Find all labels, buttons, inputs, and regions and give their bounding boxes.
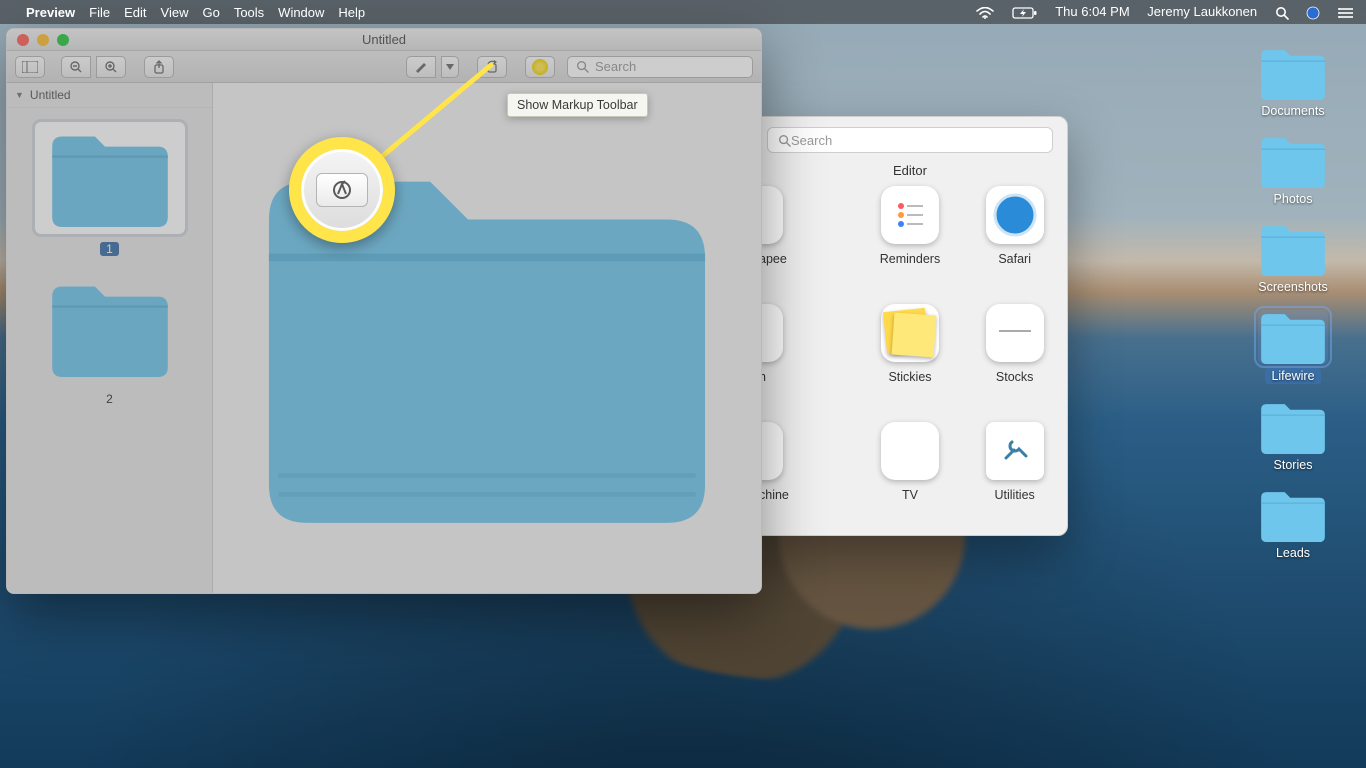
- thumbnail-1[interactable]: 1: [35, 122, 185, 258]
- reminders-icon: [881, 186, 939, 244]
- app-label: TV: [902, 488, 918, 502]
- thumbnail-number: 1: [100, 242, 119, 256]
- app-menu[interactable]: Preview: [26, 5, 75, 20]
- desktop-icons: Documents Photos Screenshots Lifewire St…: [1238, 46, 1348, 560]
- search-icon: [778, 134, 791, 147]
- wifi-icon[interactable]: [976, 4, 998, 19]
- app-clipped-1[interactable]: apee: [753, 186, 858, 294]
- share-button[interactable]: [144, 56, 174, 78]
- app-tv[interactable]: tv TV: [858, 422, 963, 530]
- app-label: Stickies: [888, 370, 931, 384]
- desktop-folder-stories[interactable]: Stories: [1238, 400, 1348, 472]
- markup-toolbar-button[interactable]: [525, 56, 555, 78]
- desktop-folder-photos[interactable]: Photos: [1238, 134, 1348, 206]
- sidebar-toggle-button[interactable]: [15, 56, 45, 78]
- folder-label: Photos: [1274, 192, 1313, 206]
- thumbnail-2[interactable]: 2: [35, 272, 185, 408]
- app-reminders[interactable]: Reminders: [858, 186, 963, 294]
- desktop-folder-lifewire[interactable]: Lifewire: [1238, 310, 1348, 384]
- app-stocks[interactable]: Stocks: [962, 304, 1067, 412]
- app-label: Reminders: [880, 252, 940, 266]
- app-utilities[interactable]: Utilities: [962, 422, 1067, 530]
- folder-label: Documents: [1261, 104, 1324, 118]
- tooltip: Show Markup Toolbar: [507, 93, 648, 117]
- thumbnail-sidebar[interactable]: ▼ Untitled 1 2: [7, 83, 213, 593]
- menu-window[interactable]: Window: [278, 5, 324, 20]
- app-label: chine: [759, 488, 789, 502]
- desktop-folder-leads[interactable]: Leads: [1238, 488, 1348, 560]
- clock[interactable]: Thu 6:04 PM: [1055, 4, 1129, 19]
- apps-popover-title: Editor: [753, 163, 1067, 178]
- preview-canvas[interactable]: [213, 83, 761, 593]
- app-label: Utilities: [995, 488, 1035, 502]
- user-name[interactable]: Jeremy Laukkonen: [1147, 4, 1257, 19]
- folder-label: Lifewire: [1265, 368, 1320, 384]
- thumbnail-number: 2: [106, 392, 113, 406]
- folder-label: Stories: [1274, 458, 1313, 472]
- highlight-dot-icon: [532, 59, 548, 75]
- notification-center-icon[interactable]: [1338, 4, 1354, 19]
- desktop-folder-documents[interactable]: Documents: [1238, 46, 1348, 118]
- app-clipped-2[interactable]: n: [753, 304, 858, 412]
- menu-bar-status: Thu 6:04 PM Jeremy Laukkonen: [962, 4, 1354, 20]
- sidebar-header[interactable]: ▼ Untitled: [7, 83, 212, 108]
- safari-icon: [986, 186, 1044, 244]
- preview-toolbar: Search: [7, 51, 761, 83]
- app-stickies[interactable]: Stickies: [858, 304, 963, 412]
- disclosure-triangle-icon[interactable]: ▼: [15, 90, 24, 100]
- battery-icon[interactable]: [1012, 4, 1042, 19]
- app-label: Stocks: [996, 370, 1034, 384]
- highlight-menu-button[interactable]: [441, 56, 459, 78]
- rotate-button[interactable]: [477, 56, 507, 78]
- stickies-icon: [881, 304, 939, 362]
- menu-file[interactable]: File: [89, 5, 110, 20]
- apps-search[interactable]: Search: [767, 127, 1053, 153]
- app-safari[interactable]: Safari: [962, 186, 1067, 294]
- window-titlebar[interactable]: Untitled: [7, 29, 761, 51]
- app-label: Safari: [998, 252, 1031, 266]
- app-label: apee: [759, 252, 787, 266]
- menu-go[interactable]: Go: [202, 5, 219, 20]
- folder-label: Screenshots: [1258, 280, 1327, 294]
- highlight-button[interactable]: [406, 56, 436, 78]
- search-icon: [576, 60, 589, 73]
- apps-search-placeholder: Search: [791, 133, 832, 148]
- apps-popover: Search Editor apee Reminders Safari n: [752, 116, 1068, 536]
- app-clipped-3[interactable]: chine: [753, 422, 858, 530]
- preview-search[interactable]: Search: [567, 56, 753, 78]
- menu-help[interactable]: Help: [338, 5, 365, 20]
- window-title: Untitled: [7, 32, 761, 47]
- menu-view[interactable]: View: [161, 5, 189, 20]
- folder-image: [250, 153, 724, 523]
- desktop-folder-screenshots[interactable]: Screenshots: [1238, 222, 1348, 294]
- utilities-icon: [986, 422, 1044, 480]
- zoom-in-button[interactable]: [96, 56, 126, 78]
- menu-tools[interactable]: Tools: [234, 5, 264, 20]
- folder-label: Leads: [1276, 546, 1310, 560]
- siri-icon[interactable]: [1306, 4, 1324, 19]
- sidebar-title: Untitled: [30, 88, 71, 102]
- menu-bar: Preview File Edit View Go Tools Window H…: [0, 0, 1366, 24]
- svg-text:tv: tv: [910, 444, 924, 461]
- preview-window: Untitled: [6, 28, 762, 594]
- spotlight-icon[interactable]: [1275, 4, 1293, 19]
- stocks-icon: [986, 304, 1044, 362]
- zoom-out-button[interactable]: [61, 56, 91, 78]
- menu-edit[interactable]: Edit: [124, 5, 146, 20]
- search-placeholder: Search: [595, 59, 636, 74]
- tv-icon: tv: [881, 422, 939, 480]
